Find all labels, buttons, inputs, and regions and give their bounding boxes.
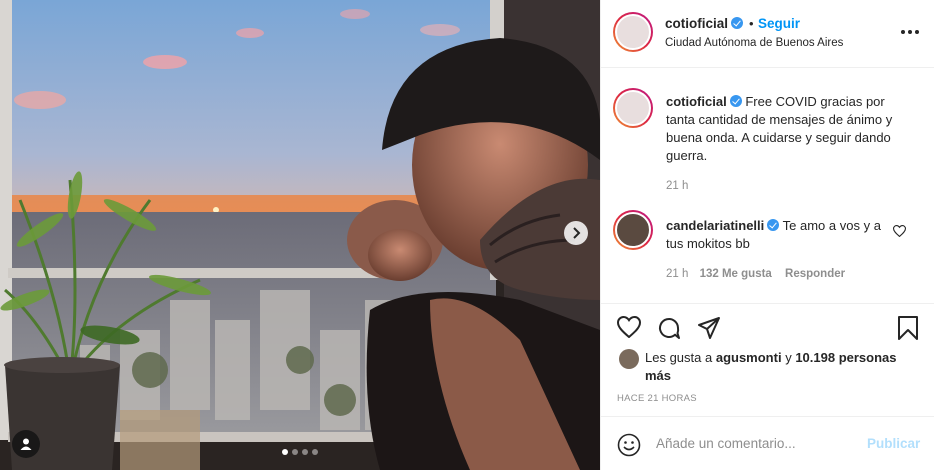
comment-like-heart-icon[interactable] bbox=[893, 225, 906, 237]
carousel-dot bbox=[302, 449, 308, 455]
bookmark-icon[interactable] bbox=[897, 316, 919, 340]
post-header: cotioficial • Seguir Ciudad Autónoma de … bbox=[601, 0, 934, 68]
next-photo-button[interactable] bbox=[564, 221, 588, 245]
comment: candelariatinelli Te amo a vos y a tus m… bbox=[666, 217, 881, 253]
likes-connector: y bbox=[785, 350, 792, 365]
comment-icon[interactable] bbox=[657, 316, 681, 340]
likes-prefix: Les gusta a bbox=[645, 350, 713, 365]
post-timestamp[interactable]: HACE 21 HORAS bbox=[617, 393, 697, 404]
author-username[interactable]: cotioficial bbox=[665, 16, 728, 31]
post-details-panel: cotioficial • Seguir Ciudad Autónoma de … bbox=[600, 0, 934, 470]
chevron-right-icon bbox=[573, 227, 581, 239]
heart-icon[interactable] bbox=[617, 316, 641, 338]
caption-avatar[interactable] bbox=[613, 88, 653, 128]
verified-badge-icon bbox=[767, 219, 780, 231]
follow-button[interactable]: Seguir bbox=[758, 16, 800, 31]
liked-by-username[interactable]: agusmonti bbox=[716, 350, 782, 365]
author-avatar[interactable] bbox=[613, 12, 653, 52]
share-icon[interactable] bbox=[697, 316, 721, 340]
comment-meta: 21 h 132 Me gusta Responder bbox=[666, 268, 845, 280]
comment-time[interactable]: 21 h bbox=[666, 268, 688, 280]
emoji-icon[interactable] bbox=[617, 433, 641, 457]
more-options-icon[interactable] bbox=[901, 30, 919, 34]
carousel-dot bbox=[292, 449, 298, 455]
publish-button[interactable]: Publicar bbox=[867, 436, 920, 451]
post-actions bbox=[601, 303, 934, 353]
verified-badge-icon bbox=[729, 95, 742, 107]
carousel-dot bbox=[282, 449, 288, 455]
carousel-dots bbox=[0, 449, 600, 455]
liked-by-avatar[interactable] bbox=[619, 349, 639, 369]
post-caption: cotioficial Free COVID gracias por tanta… bbox=[666, 93, 906, 165]
carousel-dot bbox=[312, 449, 318, 455]
verified-badge-icon bbox=[731, 17, 744, 29]
commenter-avatar[interactable] bbox=[613, 210, 653, 250]
caption-time[interactable]: 21 h bbox=[666, 180, 688, 192]
comment-input[interactable]: Añade un comentario... bbox=[656, 436, 796, 451]
reply-button[interactable]: Responder bbox=[785, 268, 845, 280]
likes-summary: Les gusta a agusmonti y 10.198 personas … bbox=[645, 349, 915, 385]
post-location[interactable]: Ciudad Autónoma de Buenos Aires bbox=[665, 37, 843, 49]
comment-username[interactable]: candelariatinelli bbox=[666, 218, 764, 233]
add-comment-bar: Añade un comentario... Publicar bbox=[601, 416, 934, 470]
comment-likes[interactable]: 132 Me gusta bbox=[700, 268, 772, 280]
post-photo[interactable] bbox=[0, 0, 600, 470]
photo-image bbox=[0, 0, 600, 470]
header-separator: • bbox=[749, 16, 754, 31]
caption-username[interactable]: cotioficial bbox=[666, 94, 727, 109]
